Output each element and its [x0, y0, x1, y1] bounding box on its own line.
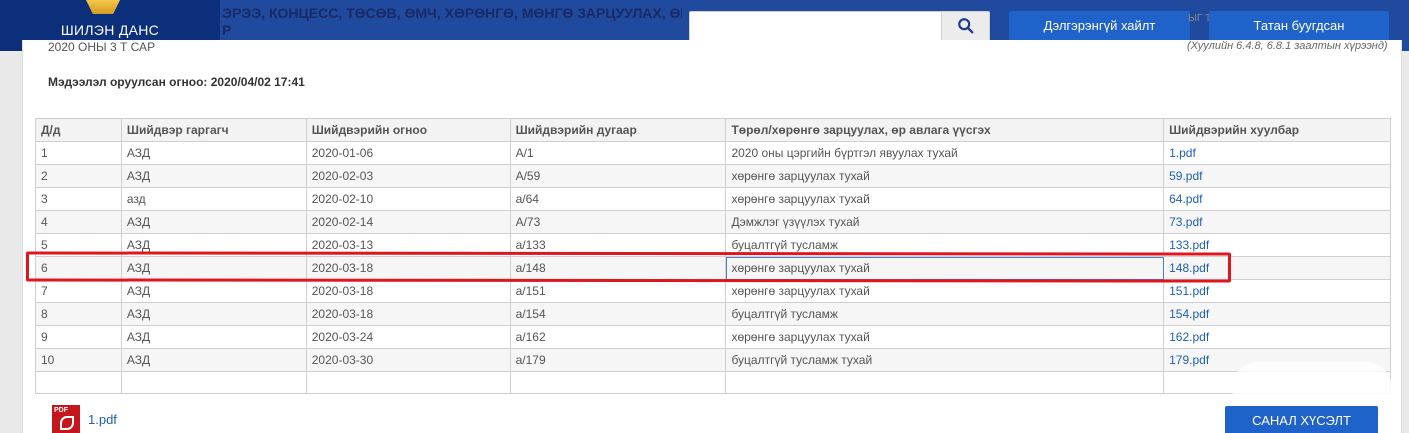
- row-issuer: АЗД: [120, 302, 307, 326]
- category-line-1: ЭРЭЭ, КОНЦЕСС, ТӨСӨВ, ӨМЧ, ХӨРӨНГӨ, МӨНГ…: [222, 5, 682, 21]
- row-copy-link[interactable]: 1.pdf: [1163, 141, 1391, 165]
- row-issuer: АЗД: [120, 210, 307, 234]
- col-header-date: Шийдвэрийн огноо: [305, 118, 511, 142]
- search-button[interactable]: [941, 12, 989, 40]
- row-date: 2020-03-30: [305, 348, 511, 372]
- row-type: хөрөнгө зарцуулах тухай: [725, 325, 1165, 349]
- row-index: 4: [35, 210, 122, 234]
- dissolved-organizations-button[interactable]: Татан буугдсан байгууллагууд: [1209, 11, 1389, 63]
- law-reference: (Хуулийн 6.4.8, 6.8.1 заалтын хүрээнд): [1187, 40, 1388, 52]
- row-issuer: АЗД: [120, 164, 307, 188]
- row-number: А/1: [509, 141, 727, 165]
- row-number: а/154: [509, 302, 727, 326]
- send-feedback-button[interactable]: САНАЛ ХҮСЭЛТ ИЛГЭЭХ: [1225, 406, 1378, 433]
- row-date: 2020-02-03: [305, 164, 511, 188]
- row-issuer: АЗД: [120, 279, 307, 303]
- search-input[interactable]: [690, 12, 940, 40]
- row-index: 2: [35, 164, 122, 188]
- table-row: 8 АЗД 2020-03-18 а/154 буцалтгүй тусламж 154.…: [35, 302, 1391, 326]
- row-type: хөрөнгө зарцуулах тухай: [725, 279, 1165, 303]
- period-heading: 2020 ОНЫ 3 Т САР: [48, 40, 156, 54]
- row-issuer: АЗД: [120, 348, 307, 372]
- table-row: 4 АЗД 2020-02-14 А/73 Дэмжлэг үзүүлэх тухай 7…: [35, 210, 1391, 234]
- row-type: буцалтгүй тусламж тухай: [725, 348, 1165, 372]
- col-header-number: Шийдвэрийн дугаар: [509, 118, 727, 142]
- empty-cell: [120, 371, 307, 394]
- row-index: 8: [35, 302, 122, 326]
- table-row: 10 АЗД 2020-03-30 а/179 буцалтгүй тусламж ту…: [35, 348, 1391, 372]
- table-row: 1 АЗД 2020-01-06 А/1 2020 оны цэргийн бүртгэ…: [35, 141, 1391, 165]
- col-header-index: Д/д: [35, 118, 122, 142]
- row-number: а/64: [509, 187, 727, 211]
- search-box: [689, 11, 990, 41]
- row-date: 2020-01-06: [305, 141, 511, 165]
- row-date: 2020-03-24: [305, 325, 511, 349]
- table-row: 7 АЗД 2020-03-18 а/151 хөрөнгө зарцуулах тух…: [35, 279, 1391, 303]
- row-date: 2020-02-10: [305, 187, 511, 211]
- empty-cell: [35, 371, 122, 394]
- row-copy-link[interactable]: 162.pdf: [1163, 325, 1391, 349]
- table-empty-row: [35, 371, 1391, 394]
- row-number: а/151: [509, 279, 727, 303]
- row-number: а/162: [509, 325, 727, 349]
- row-index: 7: [35, 279, 122, 303]
- row-copy-link[interactable]: 64.pdf: [1163, 187, 1391, 211]
- empty-cell: [509, 371, 727, 394]
- empty-cell: [305, 371, 511, 394]
- row-type: 2020 оны цэргийн бүртгэл явуулах тухай: [725, 141, 1165, 165]
- row-index: 10: [35, 348, 122, 372]
- row-copy-link[interactable]: 151.pdf: [1163, 279, 1391, 303]
- row-copy-link[interactable]: 73.pdf: [1163, 210, 1391, 234]
- attachment-link[interactable]: 1.pdf: [88, 412, 117, 427]
- row-type: хөрөнгө зарцуулах тухай: [725, 187, 1165, 211]
- attachment: PDF 1.pdf: [52, 405, 117, 433]
- row-date: 2020-03-18: [305, 279, 511, 303]
- row-number: А/73: [509, 210, 727, 234]
- row-type: буцалтгүй тусламж: [725, 302, 1165, 326]
- pdf-file-icon: PDF: [52, 405, 80, 433]
- brand-name: ШИЛЭН ДАНС: [60, 22, 160, 38]
- col-header-issuer: Шийдвэр гаргагч: [120, 118, 307, 142]
- row-number: А/59: [509, 164, 727, 188]
- row-index: 3: [35, 187, 122, 211]
- category-line-2: Р: [222, 22, 232, 38]
- table-row: 3 азд 2020-02-10 а/64 хөрөнгө зарцуулах туха…: [35, 187, 1391, 211]
- row-copy-link[interactable]: 154.pdf: [1163, 302, 1391, 326]
- pdf-tag: PDF: [54, 407, 68, 414]
- search-icon: [957, 18, 973, 34]
- empty-cell: [725, 371, 1165, 394]
- row-issuer: АЗД: [120, 141, 307, 165]
- table-header-row: Д/д Шийдвэр гаргагч Шийдвэрийн огноо Ший…: [35, 118, 1391, 142]
- col-header-type: Төрөл/хөрөнгө зарцуулах, өр авлага үүсгэ…: [725, 118, 1165, 142]
- row-index: 9: [35, 325, 122, 349]
- row-copy-link[interactable]: 59.pdf: [1163, 164, 1391, 188]
- row-type: Дэмжлэг үзүүлэх тухай: [725, 210, 1165, 234]
- highlight-annotation: [25, 251, 1232, 283]
- col-header-copy: Шийдвэрийн хуулбар: [1163, 118, 1391, 142]
- table-row: 9 АЗД 2020-03-24 а/162 хөрөнгө зарцуулах тух…: [35, 325, 1391, 349]
- row-type: хөрөнгө зарцуулах тухай: [725, 164, 1165, 188]
- emblem-icon: [86, 0, 120, 14]
- updated-date: Мэдээлэл оруулсан огноо: 2020/04/02 17:4…: [48, 75, 305, 89]
- row-issuer: азд: [120, 187, 307, 211]
- row-number: а/179: [509, 348, 727, 372]
- row-index: 1: [35, 141, 122, 165]
- row-date: 2020-03-18: [305, 302, 511, 326]
- advanced-search-button[interactable]: Дэлгэрэнгүй хайлт: [1009, 11, 1190, 41]
- acrobat-mark: [60, 416, 74, 430]
- row-issuer: АЗД: [120, 325, 307, 349]
- row-date: 2020-02-14: [305, 210, 511, 234]
- table-row: 2 АЗД 2020-02-03 А/59 хөрөнгө зарцуулах туха…: [35, 164, 1391, 188]
- category-title: ЭРЭЭ, КОНЦЕСС, ТӨСӨВ, ӨМЧ, ХӨРӨНГӨ, МӨНГ…: [222, 5, 682, 39]
